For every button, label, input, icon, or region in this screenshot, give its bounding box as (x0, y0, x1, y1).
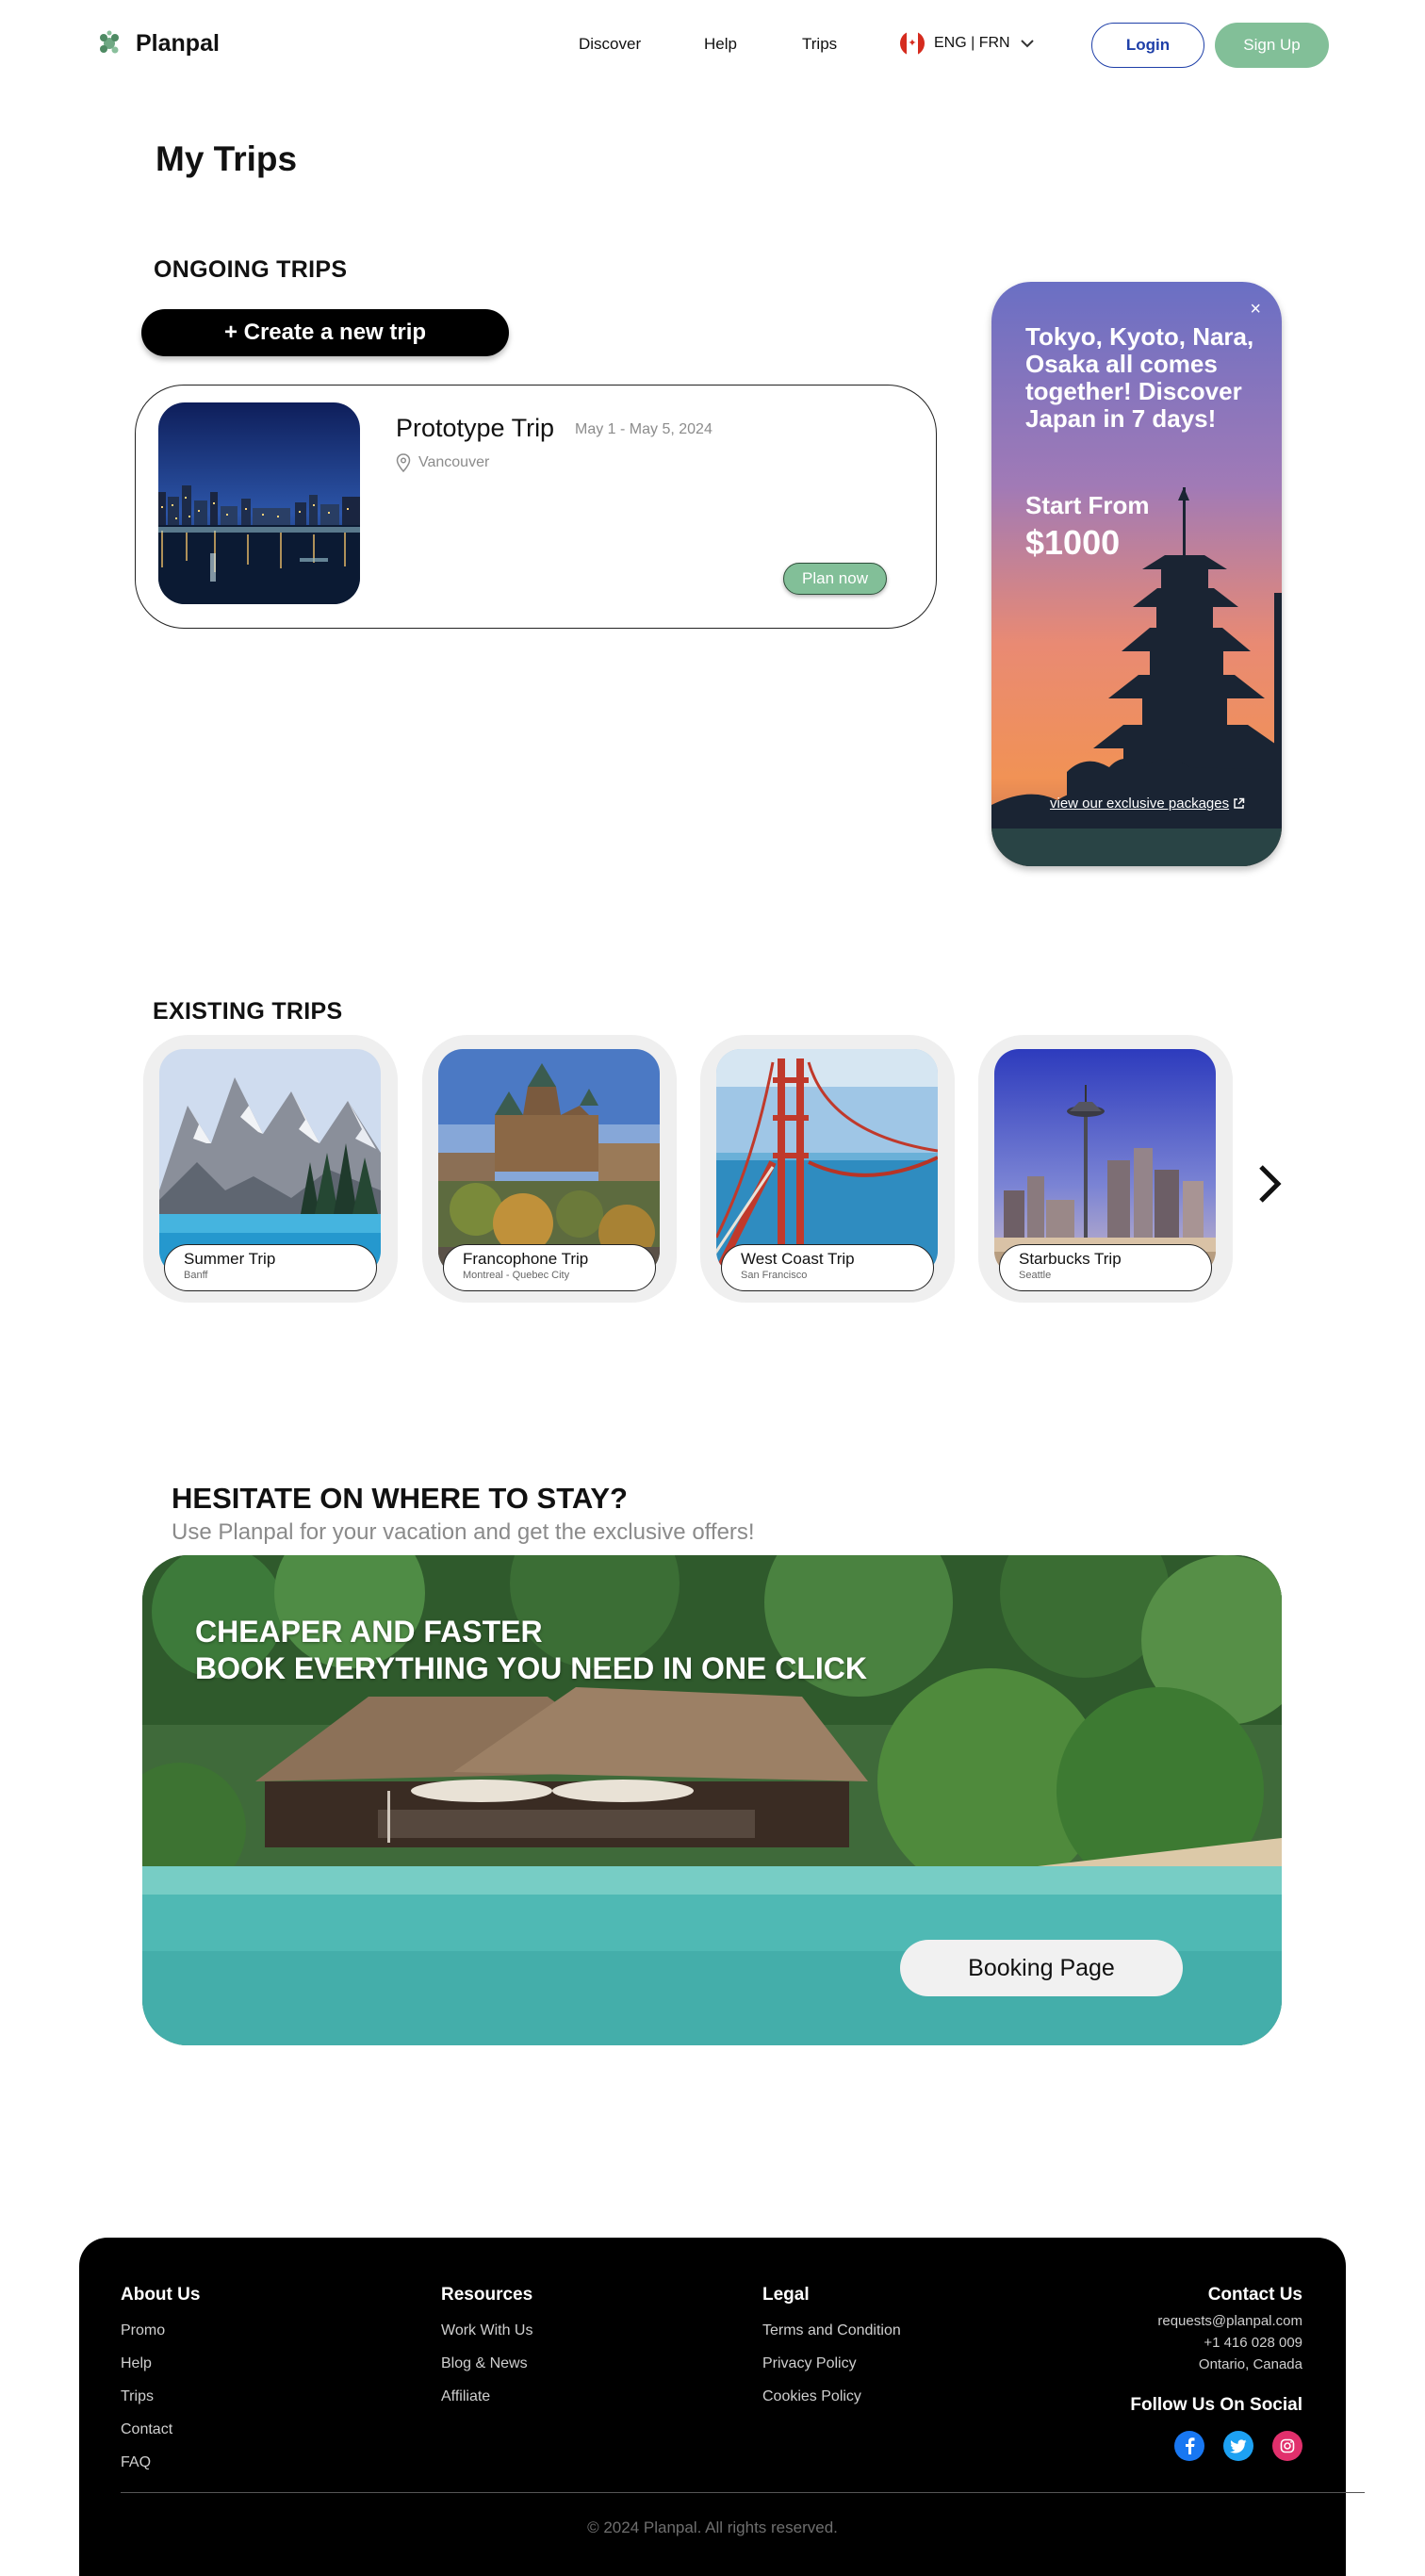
copyright: © 2024 Planpal. All rights reserved. (587, 2519, 838, 2536)
footer-link-trips[interactable]: Trips (121, 2388, 200, 2405)
existing-trip-name: Starbucks Trip (1019, 1250, 1122, 1268)
footer-divider (121, 2492, 1365, 2493)
footer-link-terms[interactable]: Terms and Condition (762, 2322, 901, 2339)
nav-trips[interactable]: Trips (802, 35, 837, 54)
footer: About Us Promo Help Trips Contact FAQ Re… (79, 2238, 1365, 2576)
footer-link-contact[interactable]: Contact (121, 2421, 200, 2438)
location-pin-icon (396, 453, 411, 472)
japan-promo-card[interactable]: × Tokyo, Kyoto, Nara, Osaka all comes to… (991, 282, 1282, 866)
footer-link-cookies[interactable]: Cookies Policy (762, 2388, 901, 2405)
social-links (1130, 2431, 1302, 2461)
booking-banner-headline: CHEAPER AND FASTER BOOK EVERYTHING YOU N… (195, 1614, 867, 1687)
stay-subtitle: Use Planpal for your vacation and get th… (172, 1519, 755, 1545)
footer-link-faq[interactable]: FAQ (121, 2454, 200, 2471)
language-label: ENG | FRN (934, 35, 1010, 51)
quebec-photo (438, 1049, 660, 1275)
contact-phone[interactable]: +1 416 028 009 (1130, 2335, 1302, 2351)
footer-link-affiliate[interactable]: Affiliate (441, 2388, 532, 2405)
nav-help[interactable]: Help (704, 35, 737, 54)
plan-now-button[interactable]: Plan now (783, 563, 887, 595)
existing-trip-place: San Francisco (741, 1270, 808, 1281)
existing-trip-name: Francophone Trip (463, 1250, 589, 1268)
existing-trip-card[interactable]: Summer Trip Banff (143, 1035, 398, 1303)
footer-about-title: About Us (121, 2285, 201, 2305)
booking-banner-line-2: BOOK EVERYTHING YOU NEED IN ONE CLICK (195, 1651, 867, 1685)
footer-resources-title: Resources (441, 2285, 533, 2305)
existing-trip-name: West Coast Trip (741, 1250, 855, 1268)
promo-start-from: Start From (1025, 491, 1150, 519)
canada-flag-icon: ✦ (900, 31, 925, 56)
existing-trip-label: Starbucks Trip Seattle (999, 1244, 1212, 1291)
footer-link-help[interactable]: Help (121, 2355, 200, 2372)
footer-legal-title: Legal (762, 2285, 810, 2305)
booking-banner: CHEAPER AND FASTER BOOK EVERYTHING YOU N… (142, 1555, 1282, 2045)
existing-trip-card[interactable]: Starbucks Trip Seattle (978, 1035, 1233, 1303)
create-trip-button[interactable]: + Create a new trip (141, 309, 509, 356)
header: Planpal Discover Help Trips ✦ ENG | FRN … (0, 0, 1425, 90)
footer-contact: Contact Us requests@planpal.com +1 416 0… (1130, 2285, 1302, 2461)
existing-trips-heading: EXISTING TRIPS (153, 998, 343, 1025)
existing-trip-place: Banff (184, 1270, 208, 1281)
existing-trip-place: Seattle (1019, 1270, 1052, 1281)
booking-banner-line-1: CHEAPER AND FASTER (195, 1615, 543, 1649)
close-icon[interactable]: × (1250, 299, 1261, 320)
facebook-icon[interactable] (1174, 2431, 1204, 2461)
golden-gate-photo (716, 1049, 938, 1275)
footer-resources: Resources Work With Us Blog & News Affil… (441, 2285, 532, 2421)
booking-page-button[interactable]: Booking Page (900, 1940, 1183, 1996)
ongoing-trip-dates: May 1 - May 5, 2024 (575, 421, 712, 437)
existing-trip-card[interactable]: West Coast Trip San Francisco (700, 1035, 955, 1303)
banff-photo (159, 1049, 381, 1275)
footer-link-privacy[interactable]: Privacy Policy (762, 2355, 901, 2372)
promo-price: $1000 (1025, 523, 1121, 562)
language-selector[interactable]: ✦ ENG | FRN (900, 31, 1035, 56)
twitter-icon[interactable] (1223, 2431, 1253, 2461)
existing-trip-label: Summer Trip Banff (164, 1244, 377, 1291)
ongoing-trips-heading: ONGOING TRIPS (154, 256, 348, 283)
vancouver-photo (158, 402, 360, 604)
signup-button[interactable]: Sign Up (1215, 23, 1329, 68)
ongoing-trip-card[interactable]: Prototype Trip May 1 - May 5, 2024 Vanco… (135, 385, 937, 629)
brand-name: Planpal (136, 29, 220, 57)
exclusive-packages-link[interactable]: view our exclusive packages (1050, 796, 1245, 812)
existing-trip-place: Montreal - Quebec City (463, 1270, 570, 1281)
exclusive-packages-label: view our exclusive packages (1050, 796, 1230, 812)
ongoing-trip-name: Prototype Trip (396, 414, 555, 442)
footer-legal: Legal Terms and Condition Privacy Policy… (762, 2285, 901, 2421)
chevron-down-icon (1020, 40, 1034, 48)
promo-headline: Tokyo, Kyoto, Nara, Osaka all comes toge… (1025, 322, 1254, 433)
ongoing-trip-location-label: Vancouver (418, 454, 490, 470)
footer-link-work-with-us[interactable]: Work With Us (441, 2322, 532, 2339)
existing-trip-label: West Coast Trip San Francisco (721, 1244, 934, 1291)
existing-trip-label: Francophone Trip Montreal - Quebec City (443, 1244, 656, 1291)
login-button[interactable]: Login (1091, 23, 1204, 68)
external-link-icon (1234, 797, 1245, 809)
footer-about: About Us Promo Help Trips Contact FAQ (121, 2285, 200, 2487)
footer-link-promo[interactable]: Promo (121, 2322, 200, 2339)
social-title: Follow Us On Social (1130, 2395, 1302, 2415)
footer-contact-title: Contact Us (1207, 2285, 1302, 2305)
footer-link-blog[interactable]: Blog & News (441, 2355, 532, 2372)
contact-email[interactable]: requests@planpal.com (1130, 2313, 1302, 2329)
chevron-right-icon[interactable] (1253, 1161, 1286, 1206)
page-title: My Trips (156, 139, 298, 178)
contact-location: Ontario, Canada (1198, 2356, 1302, 2372)
brand-logo[interactable]: Planpal (94, 28, 220, 58)
ongoing-trip-location: Vancouver (396, 453, 489, 472)
nav-discover[interactable]: Discover (579, 35, 641, 54)
existing-trip-name: Summer Trip (184, 1250, 276, 1268)
stay-heading: HESITATE ON WHERE TO STAY? (172, 1482, 628, 1515)
planpal-logo-icon (100, 30, 119, 54)
seattle-photo (994, 1049, 1216, 1275)
existing-trip-card[interactable]: Francophone Trip Montreal - Quebec City (422, 1035, 677, 1303)
instagram-icon[interactable] (1272, 2431, 1302, 2461)
